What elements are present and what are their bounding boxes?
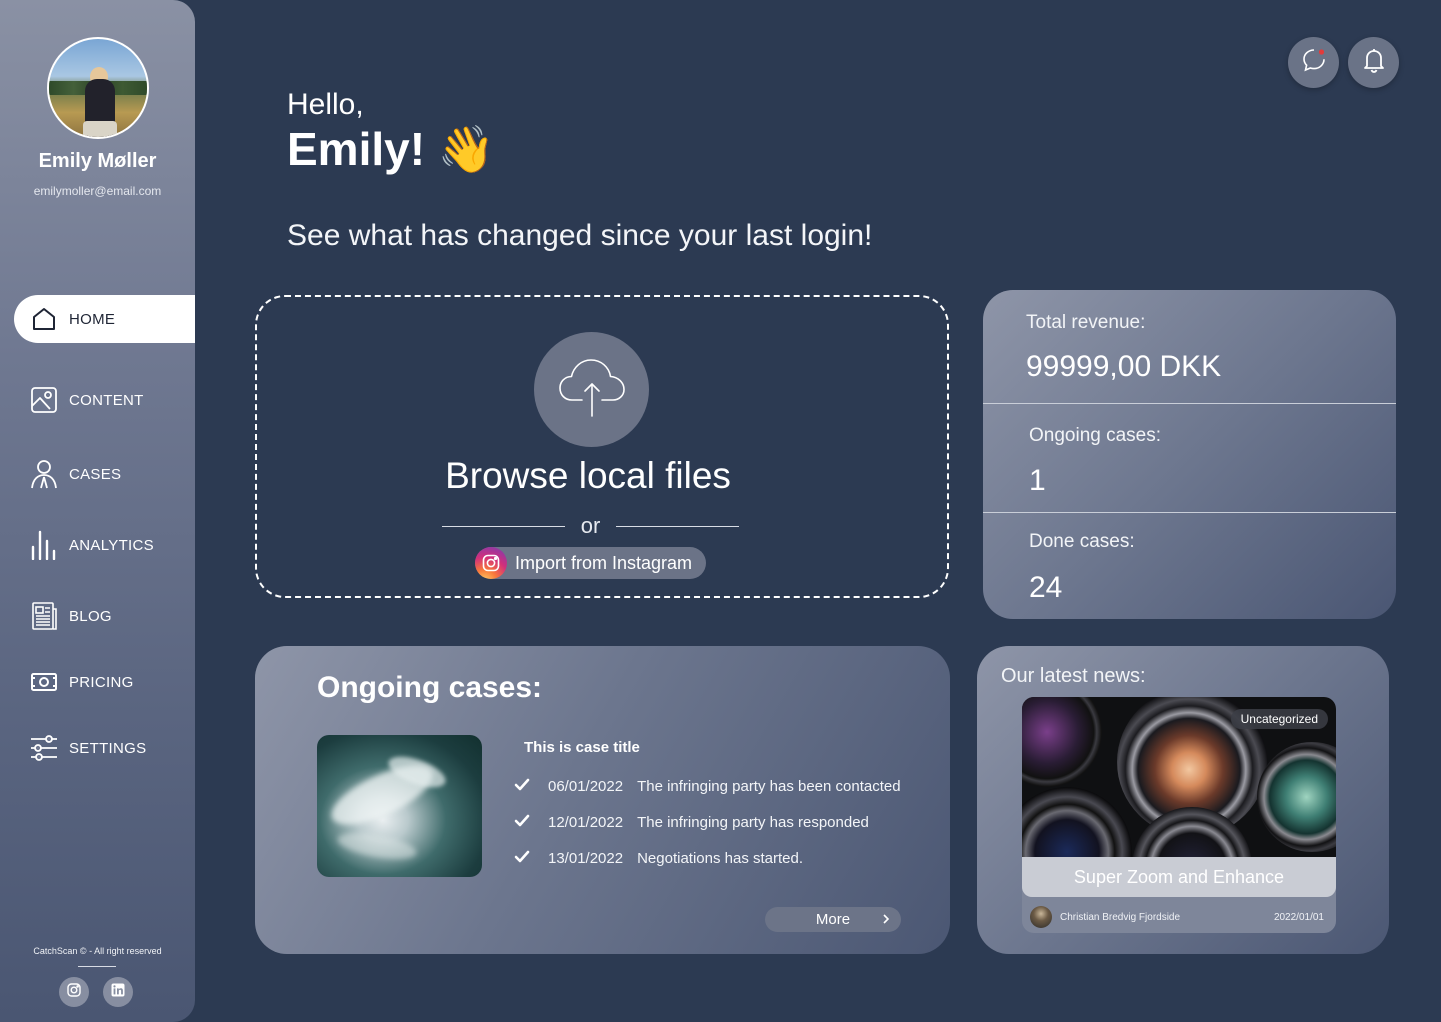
import-instagram-label: Import from Instagram: [515, 552, 693, 573]
browse-files-link[interactable]: Browse local files: [257, 455, 919, 497]
person-icon: [29, 459, 59, 489]
copyright: CatchScan © - All right reserved: [33, 946, 162, 956]
nav-item-cases[interactable]: CASES: [14, 450, 195, 498]
case-step-date: 12/01/2022: [548, 813, 624, 831]
nav-label-home: HOME: [69, 310, 116, 328]
stats-panel: Total revenue: 99999,00 DKK Ongoing case…: [983, 290, 1396, 619]
case-step: 12/01/2022 The infringing party has resp…: [514, 811, 869, 833]
nav-item-content[interactable]: CONTENT: [14, 376, 195, 424]
user-name: Emily Møller: [38, 150, 157, 172]
nav-item-settings[interactable]: SETTINGS: [14, 724, 195, 772]
user-email: emilymoller@email.com: [33, 184, 162, 198]
nav-label-settings: SETTINGS: [69, 739, 147, 757]
check-icon: [514, 814, 536, 831]
instagram-link[interactable]: [59, 977, 89, 1007]
cloud-upload-icon: [556, 354, 628, 425]
nav-item-analytics[interactable]: ANALYTICS: [14, 521, 195, 569]
case-step: 06/01/2022 The infringing party has been…: [514, 775, 901, 797]
revenue-label: Total revenue:: [1026, 312, 1146, 333]
more-button[interactable]: More: [765, 907, 901, 932]
nav-label-content: CONTENT: [69, 391, 144, 409]
upload-button[interactable]: [534, 332, 649, 447]
newspaper-icon: [29, 601, 59, 631]
upload-dropzone[interactable]: Browse local files or Import from Instag…: [255, 295, 949, 598]
lens-shape: [1022, 697, 1102, 787]
notifications-button[interactable]: [1348, 37, 1399, 88]
linkedin-icon: [111, 983, 125, 1002]
case-title: This is case title: [524, 739, 640, 756]
news-meta: Christian Bredvig Fjordside 2022/01/01: [1022, 905, 1336, 929]
messages-button[interactable]: [1288, 37, 1339, 88]
case-step-text: The infringing party has responded: [637, 813, 869, 831]
latest-news-heading: Our latest news:: [1001, 665, 1146, 687]
revenue-value: 99999,00 DKK: [1026, 350, 1222, 383]
news-author: Christian Bredvig Fjordside: [1060, 911, 1181, 923]
divider: [983, 403, 1396, 404]
check-icon: [514, 850, 536, 867]
news-date: 2022/01/01: [1273, 911, 1324, 923]
lens-shape: [1257, 742, 1336, 852]
wave-emoji: 👋: [437, 123, 496, 175]
divider-line: [442, 525, 565, 527]
ongoing-cases-label: Ongoing cases:: [1029, 425, 1162, 446]
avatar-skirt: [83, 121, 117, 137]
news-card[interactable]: Uncategorized Super Zoom and Enhance Chr…: [1022, 697, 1336, 933]
nav-item-blog[interactable]: BLOG: [14, 592, 195, 640]
nav-label-pricing: PRICING: [69, 673, 134, 691]
case-step-text: Negotiations has started.: [637, 849, 804, 867]
bell-icon: [1362, 47, 1386, 78]
news-title[interactable]: Super Zoom and Enhance: [1022, 857, 1336, 897]
nav-label-blog: BLOG: [69, 607, 112, 625]
case-step-text: The infringing party has been contacted: [637, 777, 901, 795]
case-image[interactable]: [317, 735, 482, 877]
news-image: Uncategorized: [1022, 697, 1336, 857]
case-step-date: 13/01/2022: [548, 849, 624, 867]
case-step: 13/01/2022 Negotiations has started.: [514, 847, 803, 869]
or-label: or: [580, 513, 601, 538]
author-avatar: [1030, 906, 1052, 928]
nav-item-pricing[interactable]: PRICING: [14, 658, 195, 706]
import-instagram-button[interactable]: Import from Instagram: [475, 547, 706, 579]
chevron-right-icon: [881, 912, 891, 930]
done-cases-label: Done cases:: [1029, 531, 1135, 552]
divider: [983, 512, 1396, 513]
lens-shape: [1022, 787, 1132, 857]
chat-icon: [1301, 47, 1327, 78]
linkedin-link[interactable]: [103, 977, 133, 1007]
divider-line: [616, 525, 739, 527]
instagram-icon: [67, 982, 81, 1002]
ongoing-cases-value: 1: [1029, 464, 1046, 497]
ongoing-cases-panel: Ongoing cases: This is case title 06/01/…: [255, 646, 950, 954]
sidebar: Emily Møller emilymoller@email.com HOME …: [0, 0, 195, 1022]
divider: [78, 966, 116, 967]
nav-label-cases: CASES: [69, 465, 122, 483]
case-step-date: 06/01/2022: [548, 777, 624, 795]
ongoing-cases-title: Ongoing cases:: [317, 671, 543, 704]
image-icon: [29, 385, 59, 415]
instagram-icon: [475, 547, 507, 579]
tagline: See what has changed since your last log…: [287, 219, 873, 252]
greeting-name-text: Emily!: [287, 123, 426, 175]
latest-news-panel: Our latest news: Uncategorized Super Zoo…: [977, 646, 1389, 954]
nav-label-analytics: ANALYTICS: [69, 536, 154, 554]
home-icon: [29, 304, 59, 334]
more-button-label: More: [815, 911, 851, 928]
greeting-text: Hello,: [287, 88, 364, 121]
done-cases-value: 24: [1029, 571, 1063, 604]
wave-foam: [335, 828, 419, 864]
check-icon: [514, 778, 536, 795]
greeting-name: Emily! 👋: [287, 122, 495, 177]
cash-icon: [29, 667, 59, 697]
bar-chart-icon: [29, 530, 59, 560]
or-divider: or: [442, 511, 739, 541]
category-badge[interactable]: Uncategorized: [1230, 709, 1328, 729]
nav-item-home[interactable]: HOME: [14, 295, 195, 343]
sliders-icon: [29, 733, 59, 763]
avatar[interactable]: [47, 37, 149, 139]
